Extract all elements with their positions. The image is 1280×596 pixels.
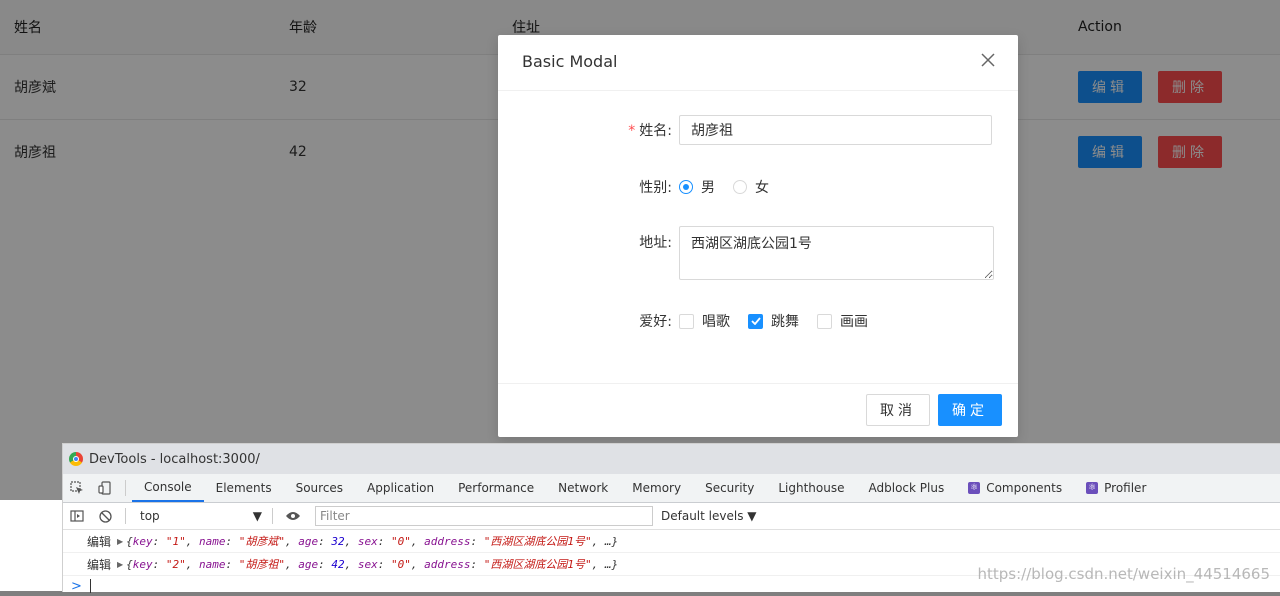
form-item-hobby: 爱好: 唱歌 跳舞 画画	[498, 310, 1018, 332]
watermark: https://blog.csdn.net/weixin_44514665	[977, 565, 1270, 583]
log-levels-select[interactable]: Default levels ▼	[661, 509, 757, 523]
tab-memory[interactable]: Memory	[620, 474, 693, 502]
dropdown-arrow-icon: ▼	[747, 509, 757, 523]
address-label: 地址:	[639, 235, 672, 251]
prompt-chevron-icon: >	[71, 578, 82, 594]
inspect-element-icon[interactable]	[63, 474, 91, 502]
react-icon: ⚛	[1086, 482, 1099, 494]
tab-security[interactable]: Security	[693, 474, 766, 502]
checkbox-dance[interactable]: 跳舞	[748, 311, 799, 331]
cancel-button[interactable]: 取消	[866, 394, 930, 426]
devtools-titlebar: DevTools - localhost:3000/	[63, 444, 1280, 474]
tab-application[interactable]: Application	[355, 474, 446, 502]
ok-button[interactable]: 确定	[938, 394, 1002, 426]
radio-female[interactable]: 女	[733, 177, 769, 197]
expand-triangle-icon[interactable]: ▶	[117, 560, 123, 569]
log-object[interactable]: {key: "2", name: "胡彦祖", age: 42, sex: "0…	[126, 556, 618, 572]
form-item-name: * 姓名:	[498, 114, 1018, 146]
close-icon[interactable]	[976, 49, 1000, 73]
checkbox-draw[interactable]: 画画	[817, 311, 868, 331]
address-textarea[interactable]: 西湖区湖底公园1号	[679, 226, 994, 280]
clear-console-icon[interactable]	[91, 502, 119, 530]
chrome-icon	[69, 452, 83, 466]
log-object[interactable]: {key: "1", name: "胡彦斌", age: 32, sex: "0…	[126, 533, 618, 549]
log-label: 编辑	[87, 534, 112, 549]
dropdown-arrow-icon: ▼	[252, 509, 262, 523]
checkbox-checked-icon	[748, 313, 763, 329]
radio-label: 女	[755, 180, 769, 196]
tab-network[interactable]: Network	[546, 474, 620, 502]
tab-performance[interactable]: Performance	[446, 474, 546, 502]
hobby-label: 爱好:	[639, 314, 672, 330]
checkbox-unchecked-icon	[679, 313, 694, 329]
modal-header: Basic Modal	[498, 35, 1018, 91]
tab-lighthouse[interactable]: Lighthouse	[766, 474, 856, 502]
edit-modal: Basic Modal *姓名: 性别: 男 女 地址: 西湖区湖底公园1号	[498, 35, 1018, 437]
required-mark: *	[628, 123, 636, 139]
sidebar-toggle-icon[interactable]	[63, 502, 91, 530]
filter-input[interactable]: Filter	[315, 506, 653, 526]
context-select[interactable]: top ▼	[136, 507, 266, 525]
radio-label: 男	[701, 180, 715, 196]
name-label: 姓名:	[639, 123, 672, 139]
console-toolbar: top ▼ Filter Default levels ▼	[63, 503, 1280, 530]
modal-title: Basic Modal	[522, 52, 618, 71]
checkbox-label: 跳舞	[771, 314, 799, 330]
checkbox-sing[interactable]: 唱歌	[679, 311, 730, 331]
expand-triangle-icon[interactable]: ▶	[117, 537, 123, 546]
tab-adblock-plus[interactable]: Adblock Plus	[857, 474, 957, 502]
radio-male[interactable]: 男	[679, 177, 715, 197]
device-toolbar-icon[interactable]	[91, 474, 119, 502]
devtools-title: DevTools - localhost:3000/	[89, 451, 260, 467]
devtools-tabbar: Console Elements Sources Application Per…	[63, 474, 1280, 503]
sex-label: 性别:	[639, 180, 672, 196]
tab-components[interactable]: ⚛ Components	[956, 474, 1074, 502]
radio-checked-icon	[679, 180, 693, 194]
tab-console[interactable]: Console	[132, 474, 204, 502]
eye-icon[interactable]	[279, 502, 307, 530]
checkbox-unchecked-icon	[817, 313, 832, 329]
modal-footer: 取消 确定	[498, 383, 1018, 437]
tab-elements[interactable]: Elements	[204, 474, 284, 502]
radio-unchecked-icon	[733, 180, 747, 194]
tab-sources[interactable]: Sources	[284, 474, 355, 502]
context-value: top	[140, 509, 160, 523]
form-item-address: 地址: 西湖区湖底公园1号	[498, 226, 1018, 280]
name-input[interactable]	[679, 115, 992, 145]
tab-profiler[interactable]: ⚛ Profiler	[1074, 474, 1158, 502]
log-label: 编辑	[87, 557, 112, 572]
form-item-sex: 性别: 男 女	[498, 176, 1018, 198]
checkbox-label: 画画	[840, 314, 868, 330]
checkbox-label: 唱歌	[702, 314, 730, 330]
console-log-entry: 编辑 ▶ {key: "1", name: "胡彦斌", age: 32, se…	[63, 530, 1280, 553]
react-icon: ⚛	[968, 482, 981, 494]
